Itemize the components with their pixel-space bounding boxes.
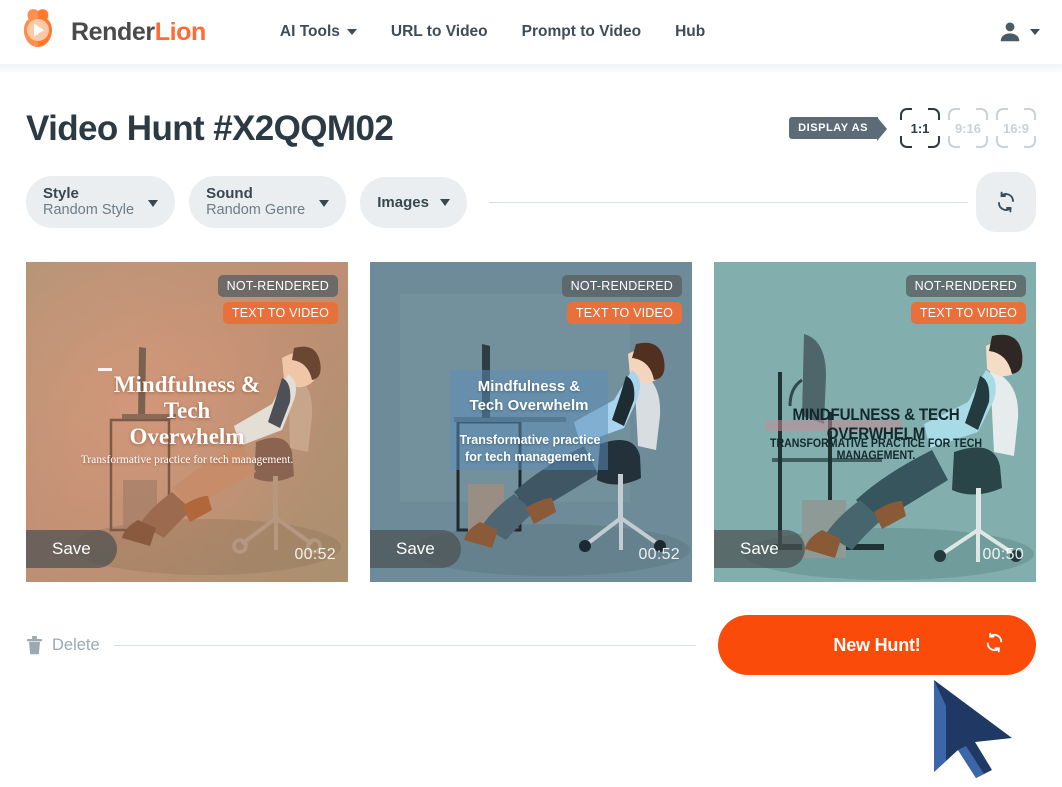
- nav-label: URL to Video: [390, 23, 488, 40]
- sound-value: Random Genre: [206, 202, 306, 219]
- page-body: Video Hunt #X2QQM02 DISPLAY AS 1:1 9:16 …: [0, 108, 1062, 675]
- bottom-divider: [113, 644, 696, 646]
- thumbnail-subtitle: TRANSFORMATIVE PRACTICE FOR TECH MANAGEM…: [769, 438, 982, 462]
- chevron-down-icon: [319, 200, 330, 208]
- nav-label: Hub: [675, 23, 706, 40]
- header-shadow-band: [0, 64, 1062, 72]
- decorative-dash: [98, 368, 112, 371]
- save-button[interactable]: Save: [370, 530, 461, 568]
- status-badge: NOT-RENDERED: [905, 275, 1026, 297]
- images-dropdown[interactable]: Images: [360, 176, 467, 228]
- lion-play-logo-icon: [14, 8, 62, 56]
- style-value: Random Style: [43, 202, 135, 219]
- ratio-button-9-16[interactable]: 9:16: [948, 108, 988, 148]
- sound-dropdown[interactable]: Sound Random Genre: [189, 175, 347, 229]
- trash-icon: [27, 635, 42, 654]
- new-hunt-button[interactable]: New Hunt!: [718, 615, 1036, 675]
- logo-text-render: Render: [71, 17, 155, 46]
- save-button[interactable]: Save: [26, 530, 117, 568]
- video-card[interactable]: Mindfulness & Tech Overwhelm Transformat…: [26, 262, 348, 582]
- logo[interactable]: RenderLion: [14, 8, 206, 56]
- style-label: Style: [43, 184, 79, 202]
- logo-text: RenderLion: [71, 18, 206, 47]
- main-nav: AI Tools URL to Video Prompt to Video Hu…: [280, 23, 705, 41]
- bottom-action-bar: Delete New Hunt!: [26, 615, 1036, 675]
- thumbnail-subtitle: Transformative practice for tech managem…: [80, 454, 294, 466]
- delete-label: Delete: [52, 635, 100, 654]
- nav-label: Prompt to Video: [521, 23, 642, 40]
- ratio-label: 9:16: [954, 120, 982, 136]
- ratio-label: 16:9: [1002, 120, 1030, 136]
- style-dropdown[interactable]: Style Random Style: [26, 175, 176, 229]
- card-badges: NOT-RENDERED TEXT TO VIDEO: [905, 275, 1026, 324]
- filter-divider: [488, 201, 968, 203]
- images-label: Images: [377, 193, 429, 211]
- thumbnail-title: Mindfulness & Tech Overwhelm: [469, 378, 589, 414]
- ratio-button-1-1[interactable]: 1:1: [900, 108, 940, 148]
- card-badges: NOT-RENDERED TEXT TO VIDEO: [217, 275, 338, 324]
- chevron-down-icon: [148, 200, 159, 208]
- video-duration: 00:52: [294, 546, 336, 563]
- refresh-sync-icon: [998, 191, 1014, 213]
- chevron-down-icon: [439, 199, 450, 206]
- filter-bar: Style Random Style Sound Random Genre Im…: [26, 172, 1036, 232]
- status-badge: NOT-RENDERED: [217, 275, 338, 297]
- type-badge: TEXT TO VIDEO: [910, 302, 1026, 324]
- title-row: Video Hunt #X2QQM02 DISPLAY AS 1:1 9:16 …: [26, 108, 1036, 148]
- ratio-button-16-9[interactable]: 16:9: [996, 108, 1036, 148]
- thumbnail-title: Mindfulness & Tech Overwhelm: [113, 372, 261, 449]
- nav-item-prompt-to-video[interactable]: Prompt to Video: [522, 23, 641, 41]
- video-duration: 00:52: [638, 546, 680, 563]
- nav-item-url-to-video[interactable]: URL to Video: [391, 23, 488, 41]
- new-hunt-label: New Hunt!: [833, 634, 921, 655]
- chevron-down-icon: [346, 29, 357, 35]
- mouse-cursor: [928, 678, 1032, 787]
- card-badges: NOT-RENDERED TEXT TO VIDEO: [561, 275, 682, 324]
- video-card-grid: Mindfulness & Tech Overwhelm Transformat…: [26, 262, 1036, 582]
- page-title: Video Hunt #X2QQM02: [26, 108, 394, 148]
- video-card[interactable]: Mindfulness & Tech Overwhelm Transformat…: [370, 262, 692, 582]
- nav-item-hub[interactable]: Hub: [675, 23, 705, 41]
- refresh-filters-button[interactable]: [976, 172, 1036, 232]
- save-button[interactable]: Save: [714, 530, 805, 568]
- user-account-icon: [1000, 22, 1020, 42]
- chevron-down-icon: [1030, 29, 1040, 35]
- logo-text-lion: Lion: [154, 17, 207, 46]
- refresh-sync-icon: [983, 631, 1006, 659]
- account-menu[interactable]: [997, 19, 1040, 45]
- app-header: RenderLion AI Tools URL to Video Prompt …: [0, 0, 1062, 65]
- ratio-label: 1:1: [910, 120, 930, 136]
- video-card[interactable]: MINDFULNESS & TECH OVERWHELM TRANSFORMAT…: [714, 262, 1036, 582]
- display-as-group: DISPLAY AS 1:1 9:16 16:9: [789, 108, 1036, 148]
- display-as-label: DISPLAY AS: [789, 117, 887, 141]
- sound-label: Sound: [206, 184, 253, 202]
- status-badge: NOT-RENDERED: [561, 275, 682, 297]
- thumbnail-subtitle: Transformative practice for tech managem…: [459, 433, 601, 464]
- type-badge: TEXT TO VIDEO: [222, 302, 338, 324]
- nav-item-ai-tools[interactable]: AI Tools: [280, 23, 357, 41]
- video-duration: 00:50: [982, 546, 1024, 563]
- type-badge: TEXT TO VIDEO: [566, 302, 682, 324]
- delete-button[interactable]: Delete: [26, 635, 100, 655]
- nav-label: AI Tools: [279, 23, 340, 40]
